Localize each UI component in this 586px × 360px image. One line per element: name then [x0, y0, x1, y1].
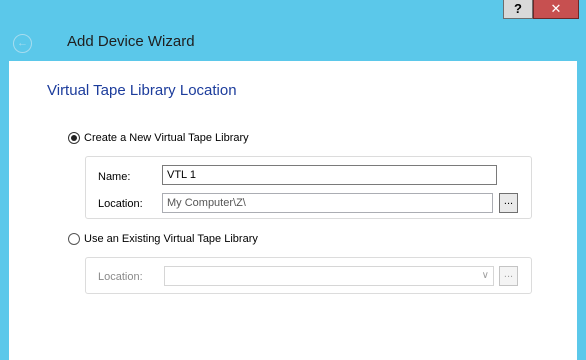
create-new-label: Create a New Virtual Tape Library [84, 132, 249, 144]
existing-location-label: Location: [98, 271, 143, 283]
back-arrow-icon[interactable]: ← [13, 34, 32, 53]
browse-button[interactable]: ... [499, 193, 518, 213]
use-existing-radio[interactable] [68, 233, 80, 245]
close-button[interactable]: ✕ [533, 0, 579, 19]
existing-browse-button[interactable]: ... [499, 266, 518, 286]
window-title: Add Device Wizard [67, 33, 195, 50]
use-existing-group: Location: ∨ ... [85, 257, 532, 294]
create-new-radio-row[interactable]: Create a New Virtual Tape Library [68, 132, 249, 144]
wizard-content: Virtual Tape Library Location Create a N… [9, 61, 577, 360]
title-bar: ? ✕ ← Add Device Wizard [0, 0, 586, 60]
name-input[interactable]: VTL 1 [162, 165, 497, 185]
help-button[interactable]: ? [503, 0, 533, 19]
use-existing-label: Use an Existing Virtual Tape Library [84, 233, 258, 245]
chevron-down-icon: ∨ [481, 270, 489, 281]
use-existing-radio-row[interactable]: Use an Existing Virtual Tape Library [68, 233, 258, 245]
create-new-radio[interactable] [68, 132, 80, 144]
location-input[interactable]: My Computer\Z\ [162, 193, 493, 213]
name-label: Name: [98, 171, 131, 183]
location-label: Location: [98, 198, 143, 210]
create-new-group: Name: VTL 1 Location: My Computer\Z\ ... [85, 156, 532, 219]
page-title: Virtual Tape Library Location [47, 82, 237, 99]
existing-location-select[interactable]: ∨ [164, 266, 494, 286]
